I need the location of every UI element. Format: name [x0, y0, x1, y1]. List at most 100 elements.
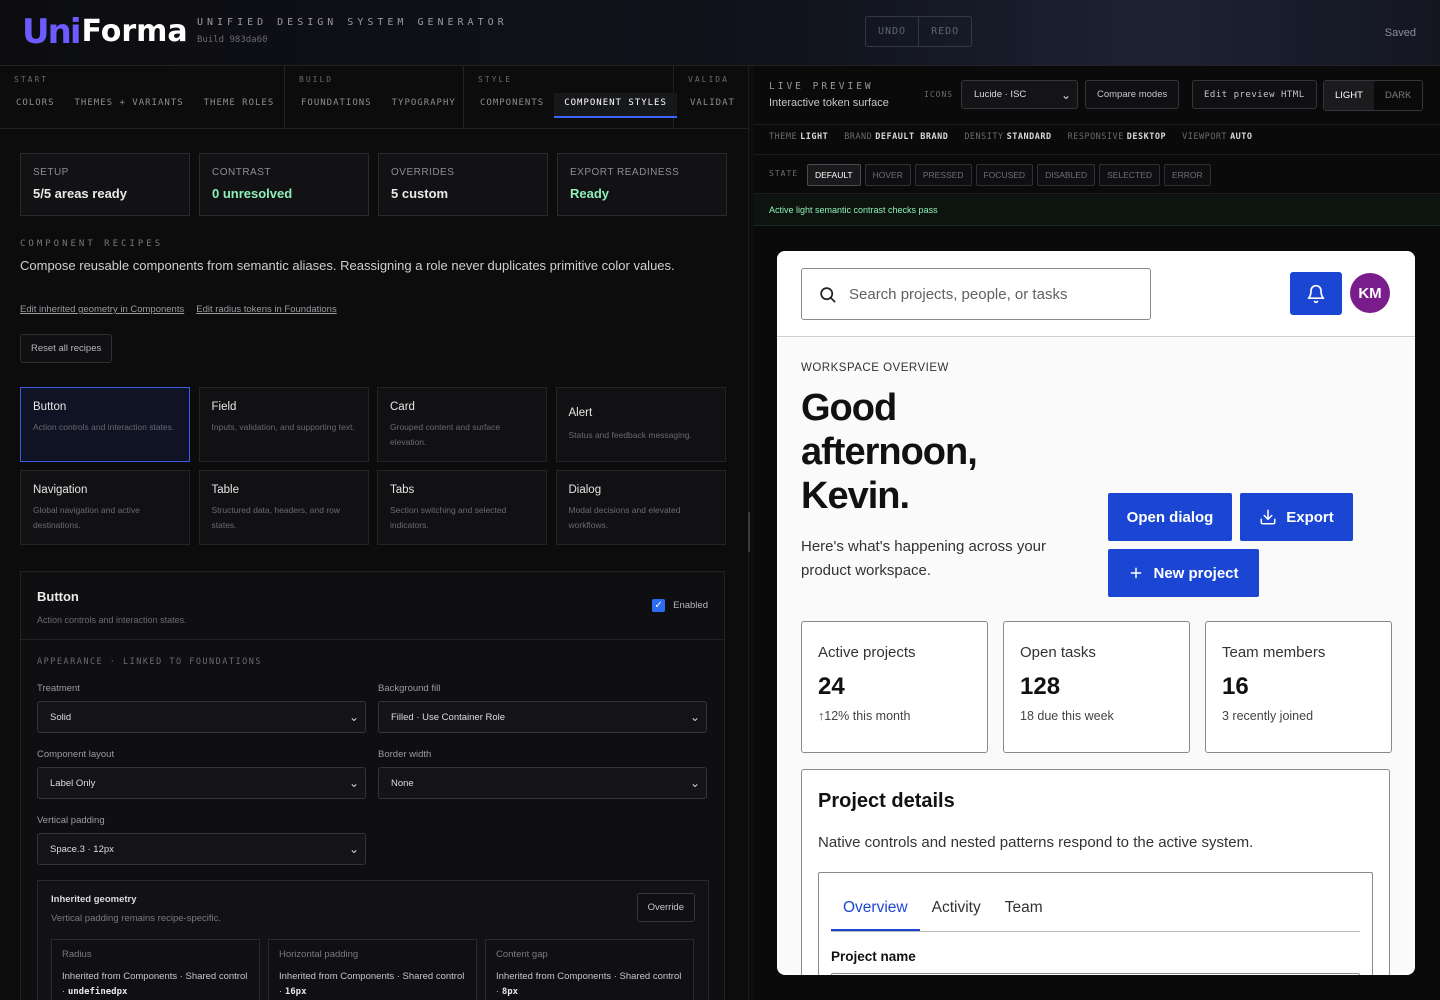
vertical-padding-select[interactable]: Space.3 · 12px ⌄: [37, 833, 366, 865]
state-pressed[interactable]: PRESSED: [914, 164, 972, 186]
avatar[interactable]: KM: [1350, 273, 1390, 313]
tab-overview[interactable]: Overview: [831, 887, 920, 931]
checkbox-checked-icon[interactable]: ✓: [652, 599, 666, 612]
edit-geometry-link[interactable]: Edit inherited geometry in Components: [20, 304, 184, 315]
live-preview-surface: Search projects, people, or tasks KM WOR…: [777, 251, 1415, 975]
preview-label: LIVE PREVIEW: [769, 81, 874, 92]
chevron-down-icon: ⌄: [689, 710, 700, 724]
redo-button[interactable]: REDO: [918, 17, 971, 46]
recipe-desc: Status and feedback messaging.: [568, 429, 692, 440]
cell-label: Horizontal padding: [279, 949, 359, 960]
select-value: Space.3 · 12px: [50, 843, 114, 855]
open-dialog-button[interactable]: Open dialog: [1108, 493, 1232, 541]
tab-team[interactable]: Team: [993, 887, 1055, 931]
content-gap-cell: Content gap Inherited from Components · …: [485, 939, 694, 1000]
recipe-desc: Section switching and selected indicator…: [390, 505, 507, 530]
icons-select[interactable]: Lucide · ISC ⌄: [961, 80, 1078, 109]
recipe-card-button[interactable]: Button Action controls and interaction s…: [20, 387, 190, 462]
details-tab-panel: Overview Activity Team Project name: [818, 872, 1373, 975]
light-mode-button[interactable]: LIGHT: [1324, 81, 1374, 110]
new-project-button[interactable]: New project: [1108, 549, 1259, 597]
tab-foundations[interactable]: FOUNDATIONS: [291, 93, 382, 116]
inherited-geometry-panel: Inherited geometry Vertical padding rema…: [37, 880, 709, 1000]
tab-themes-variants[interactable]: THEMES + VARIANTS: [65, 93, 194, 116]
details-tabs: Overview Activity Team: [831, 887, 1360, 932]
tab-group-style: STYLE COMPONENTS COMPONENT STYLES: [464, 66, 677, 129]
tab-component-styles[interactable]: COMPONENT STYLES: [554, 93, 677, 118]
export-button[interactable]: Export: [1240, 493, 1353, 541]
card-label: EXPORT READINESS: [570, 167, 680, 178]
state-disabled[interactable]: DISABLED: [1037, 164, 1096, 186]
inherited-cells: Radius Inherited from Components · Share…: [51, 939, 694, 1000]
chevron-down-icon: ⌄: [348, 842, 359, 856]
tab-group-label: START: [14, 75, 49, 84]
select-value: Lucide · ISC: [974, 89, 1027, 100]
background-fill-select[interactable]: Filled · Use Container Role ⌄: [378, 701, 707, 733]
state-error[interactable]: ERROR: [1163, 164, 1211, 186]
tab-typography[interactable]: TYPOGRAPHY: [382, 93, 466, 116]
state-focused[interactable]: FOCUSED: [975, 164, 1034, 186]
preview-search-input[interactable]: Search projects, people, or tasks: [801, 268, 1151, 320]
button-label: New project: [1153, 564, 1239, 582]
recipe-card-table[interactable]: Table Structured data, headers, and row …: [198, 470, 369, 545]
preview-greeting: Good afternoon, Kevin.: [801, 387, 978, 517]
recipe-card-card[interactable]: Card Grouped content and surface elevati…: [377, 387, 547, 462]
preview-header: Search projects, people, or tasks KM: [777, 251, 1415, 337]
edit-radius-link[interactable]: Edit radius tokens in Foundations: [196, 304, 336, 315]
border-width-select[interactable]: None ⌄: [378, 767, 707, 799]
token-viewport: VIEWPORT AUTO: [1182, 132, 1253, 142]
component-layout-select[interactable]: Label Only ⌄: [37, 767, 366, 799]
stat-cards: Active projects 24 ↑12% this month Open …: [801, 621, 1392, 753]
card-value: 0 unresolved: [212, 186, 293, 201]
recipe-card-tabs[interactable]: Tabs Section switching and selected indi…: [377, 470, 547, 545]
contrast-status-banner: Active light semantic contrast checks pa…: [754, 194, 1440, 226]
button-label: Export: [1286, 508, 1334, 526]
resize-handle[interactable]: [748, 512, 750, 552]
card-value: 5 custom: [391, 186, 449, 201]
border-width-field: Border width None ⌄: [378, 749, 707, 799]
component-layout-field: Component layout Label Only ⌄: [37, 749, 366, 799]
recipe-title: Card: [390, 401, 415, 413]
cell-value: Inherited from Components · Shared contr…: [496, 971, 682, 997]
recipe-card-dialog[interactable]: Dialog Modal decisions and elevated work…: [555, 470, 726, 545]
recipe-card-navigation[interactable]: Navigation Global navigation and active …: [20, 470, 190, 545]
state-hover[interactable]: HOVER: [864, 164, 911, 186]
stat-label: Team members: [1222, 644, 1326, 661]
notifications-button[interactable]: [1290, 272, 1342, 315]
chevron-down-icon: ⌄: [348, 776, 359, 790]
tab-group-label: STYLE: [478, 75, 513, 84]
state-default[interactable]: DEFAULT: [807, 164, 861, 186]
select-value: None: [391, 777, 414, 789]
compare-modes-button[interactable]: Compare modes: [1085, 80, 1180, 109]
state-selected[interactable]: SELECTED: [1099, 164, 1160, 186]
recipe-panel-title: Button: [37, 589, 79, 604]
recipe-desc: Inputs, validation, and supporting text.: [211, 422, 355, 432]
reset-recipes-button[interactable]: Reset all recipes: [20, 334, 113, 363]
history-controls: UNDO REDO: [865, 16, 973, 47]
override-button[interactable]: Override: [636, 893, 695, 922]
tab-activity[interactable]: Activity: [920, 887, 993, 931]
recipe-links: Edit inherited geometry in Components Ed…: [20, 304, 337, 315]
tab-colors[interactable]: COLORS: [6, 93, 65, 116]
recipe-grid: Button Action controls and interaction s…: [20, 387, 726, 545]
token-brand: BRAND DEFAULT BRAND: [844, 132, 949, 142]
tab-theme-roles[interactable]: THEME ROLES: [194, 93, 285, 116]
recipe-card-field[interactable]: Field Inputs, validation, and supporting…: [198, 387, 369, 462]
tab-validate[interactable]: VALIDAT: [680, 93, 745, 116]
tab-components[interactable]: COMPONENTS: [470, 93, 554, 118]
logo-forma: Forma: [81, 14, 188, 49]
treatment-select[interactable]: Solid ⌄: [37, 701, 366, 733]
editor-panel: START COLORS THEMES + VARIANTS THEME ROL…: [0, 66, 748, 1000]
stat-value: 24: [818, 673, 845, 700]
undo-button[interactable]: UNDO: [866, 17, 918, 46]
dark-mode-button[interactable]: DARK: [1374, 81, 1422, 110]
enabled-toggle[interactable]: ✓ Enabled: [652, 599, 708, 612]
summary-cards: SETUP 5/5 areas ready CONTRAST 0 unresol…: [20, 153, 727, 216]
recipe-card-alert[interactable]: Alert Status and feedback messaging.: [555, 387, 726, 462]
download-icon: [1260, 509, 1276, 525]
edit-preview-html-button[interactable]: Edit preview HTML: [1192, 80, 1317, 109]
export-readiness-card: EXPORT READINESS Ready: [557, 153, 727, 216]
button-recipe-panel: Button Action controls and interaction s…: [20, 571, 725, 1000]
project-name-input[interactable]: [831, 973, 1360, 975]
search-icon: [820, 286, 836, 302]
